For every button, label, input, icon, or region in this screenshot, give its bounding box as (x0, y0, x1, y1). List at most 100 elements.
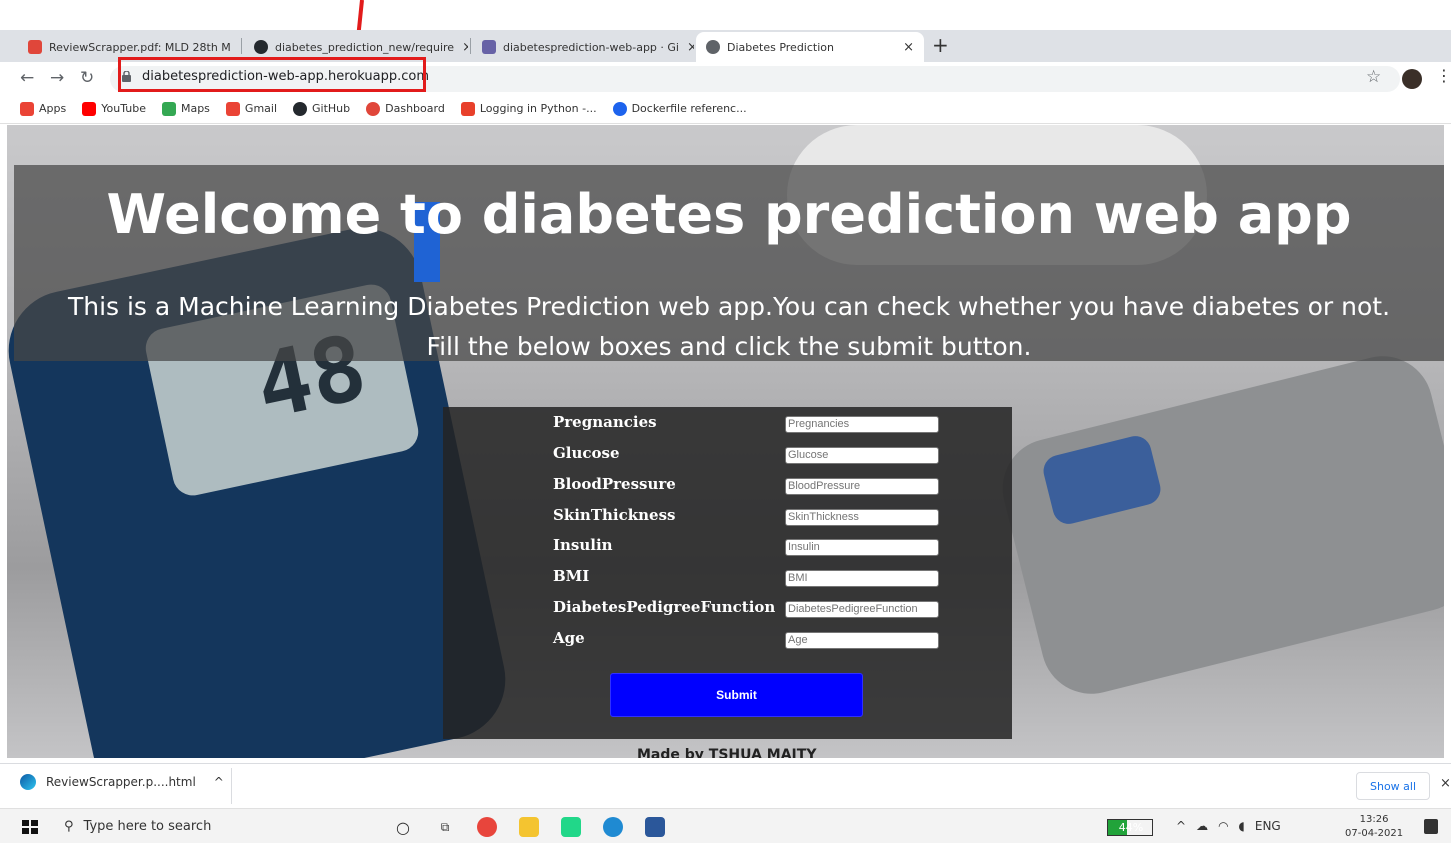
close-download-bar-icon[interactable]: × (1440, 776, 1451, 791)
field-label: Insulin (553, 536, 613, 554)
bookmark-dashboard[interactable]: Dashboard (366, 101, 445, 116)
bookmark-github[interactable]: GitHub (293, 101, 351, 116)
skinthickness-input[interactable]: SkinThickness (785, 509, 939, 526)
taskbar-search[interactable]: ⚲ Type here to search (64, 819, 211, 834)
field-label: SkinThickness (553, 506, 676, 524)
tab-divider (470, 38, 471, 54)
form-row-pregnancies: Pregnancies Pregnancies (443, 413, 1012, 439)
new-tab-button[interactable]: + (932, 33, 949, 57)
glucose-input[interactable]: Glucose (785, 447, 939, 464)
download-divider (231, 768, 232, 804)
tab-heroku-app[interactable]: diabetesprediction-web-app · Gi × (472, 32, 694, 62)
bloodpressure-input[interactable]: BloodPressure (785, 478, 939, 495)
close-tab-icon[interactable]: × (454, 40, 468, 55)
bookmark-youtube[interactable]: YouTube (82, 101, 146, 116)
tab-label: diabetes_prediction_new/require (275, 40, 455, 54)
form-row-bmi: BMI BMI (443, 567, 1012, 593)
edge-icon[interactable] (603, 817, 623, 837)
form-row-skinthickness: SkinThickness SkinThickness (443, 506, 1012, 532)
pedigree-function-input[interactable]: DiabetesPedigreeFunction (785, 601, 939, 618)
chevron-up-icon[interactable]: ^ (1176, 819, 1186, 833)
close-tab-icon[interactable]: × (231, 40, 240, 55)
show-all-button[interactable]: Show all (1356, 772, 1430, 800)
pdf-favicon-icon (28, 40, 42, 54)
edge-icon (612, 101, 627, 116)
bookmark-star-icon[interactable]: ☆ (1366, 67, 1381, 87)
background-lancing-device (992, 345, 1444, 705)
windows-start-icon[interactable] (22, 820, 38, 834)
subtitle-line-2: Fill the below boxes and click the submi… (426, 332, 1032, 361)
reload-icon[interactable]: ↻ (80, 68, 94, 88)
bookmark-logging-python[interactable]: Logging in Python -... (460, 101, 597, 116)
bookmark-label: Maps (180, 102, 210, 115)
chevron-up-icon[interactable]: ^ (214, 775, 224, 789)
tab-label: diabetesprediction-web-app · Gi (503, 40, 679, 54)
wifi-icon[interactable]: ◠ (1218, 819, 1228, 833)
bookmark-apps[interactable]: Apps (20, 101, 67, 116)
age-input[interactable]: Age (785, 632, 939, 649)
field-label: Age (553, 629, 585, 647)
field-label: DiabetesPedigreeFunction (553, 598, 776, 616)
github-favicon-icon (254, 40, 268, 54)
field-label: BMI (553, 567, 590, 585)
download-bar: ReviewScrapper.p....html ^ Show all × (0, 763, 1451, 807)
github-icon (293, 101, 308, 116)
field-label: Pregnancies (553, 413, 657, 431)
heroku-favicon-icon (482, 40, 496, 54)
prediction-form: Pregnancies Pregnancies Glucose Glucose … (443, 407, 1012, 739)
submit-button[interactable]: Submit (610, 673, 863, 717)
search-placeholder: Type here to search (83, 819, 212, 834)
download-item[interactable]: ReviewScrapper.p....html ^ (20, 774, 224, 790)
form-row-insulin: Insulin Insulin (443, 536, 1012, 562)
download-filename: ReviewScrapper.p....html (46, 775, 196, 789)
bookmark-label: Gmail (244, 102, 278, 115)
notification-icon[interactable] (1424, 819, 1438, 834)
close-tab-icon[interactable]: × (679, 40, 694, 55)
close-tab-icon[interactable]: × (895, 40, 914, 55)
bmi-input[interactable]: BMI (785, 570, 939, 587)
back-arrow-icon[interactable]: ← (20, 68, 34, 88)
language-label[interactable]: ENG (1255, 819, 1281, 833)
bookmark-label: Apps (39, 102, 67, 115)
bookmark-label: YouTube (101, 102, 146, 115)
word-icon[interactable] (645, 817, 665, 837)
tab-divider (241, 38, 242, 54)
insulin-input[interactable]: Insulin (785, 539, 939, 556)
page-subtitle: This is a Machine Learning Diabetes Pred… (14, 287, 1444, 367)
bookmarks-bar: Apps YouTube Maps Gmail GitHub Dashboard… (0, 94, 1451, 124)
web-page-content: 48 Welcome to diabetes prediction web ap… (7, 125, 1444, 758)
battery-percent: 44% (1118, 821, 1144, 834)
annotation-strip (0, 0, 1451, 64)
footer-credit: Made by TSHUA MAITY (637, 747, 817, 758)
file-explorer-icon[interactable] (519, 817, 539, 837)
youtube-icon (82, 101, 97, 116)
gmail-icon (225, 101, 240, 116)
form-row-age: Age Age (443, 629, 1012, 655)
menu-icon[interactable]: ⋮ (1436, 66, 1451, 85)
taskbar-clock[interactable]: 13:26 07-04-2021 (1345, 813, 1403, 841)
tab-diabetes-prediction[interactable]: Diabetes Prediction × (696, 32, 924, 62)
profile-avatar[interactable] (1402, 69, 1422, 89)
onedrive-icon[interactable]: ☁ (1196, 819, 1208, 833)
bookmark-gmail[interactable]: Gmail (225, 101, 278, 116)
bookmark-label: Logging in Python -... (479, 102, 597, 115)
edge-file-icon (20, 774, 36, 790)
maps-icon (161, 101, 176, 116)
form-row-glucose: Glucose Glucose (443, 444, 1012, 470)
forward-arrow-icon[interactable]: → (50, 68, 64, 88)
tab-label: ReviewScrapper.pdf: MLD 28th M (49, 40, 231, 54)
task-view-icon[interactable]: ⧉ (435, 817, 455, 837)
bookmark-maps[interactable]: Maps (161, 101, 210, 116)
bookmark-dockerfile[interactable]: Dockerfile referenc... (612, 101, 747, 116)
form-row-bloodpressure: BloodPressure BloodPressure (443, 475, 1012, 501)
bookmark-label: GitHub (312, 102, 351, 115)
field-label: Glucose (553, 444, 620, 462)
cortana-icon[interactable]: ○ (393, 817, 413, 837)
pregnancies-input[interactable]: Pregnancies (785, 416, 939, 433)
chrome-icon[interactable] (477, 817, 497, 837)
bookmark-label: Dockerfile referenc... (631, 102, 747, 115)
search-icon: ⚲ (64, 819, 74, 834)
pycharm-icon[interactable] (561, 817, 581, 837)
speaker-icon[interactable]: ◖ (1239, 819, 1245, 833)
battery-indicator[interactable]: 44% (1107, 819, 1153, 836)
